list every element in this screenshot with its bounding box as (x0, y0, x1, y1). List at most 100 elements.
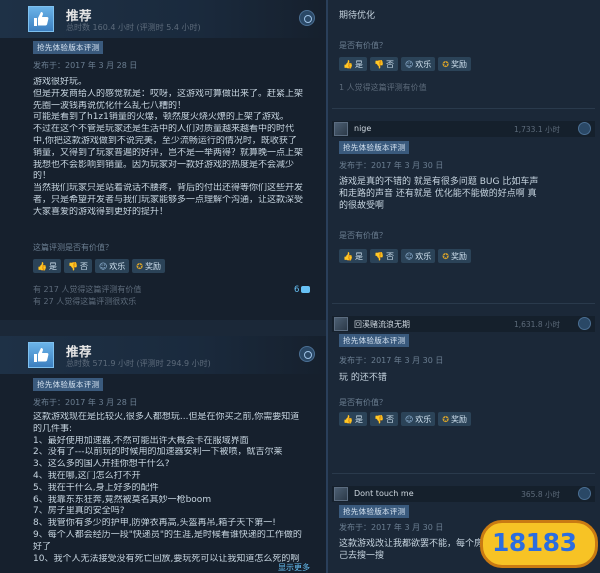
funny-count: 有 27 人觉得这篇评测很欢乐 (33, 297, 137, 306)
smile-icon: ☺ (404, 251, 414, 261)
vote-yes-button[interactable]: 👍 是 (33, 259, 61, 273)
helpful-count: 有 217 人觉得这篇评测有价值 (33, 285, 142, 294)
smile-icon: ☺ (404, 414, 414, 424)
separator (332, 108, 595, 109)
comment-text: 期待优化 (339, 11, 376, 21)
comment-icon (301, 286, 311, 293)
thumbs-up-icon (28, 6, 54, 32)
vote-yes-button[interactable]: 👍 是 (339, 249, 367, 263)
posted-date: 发布于：2017 年 3 月 30 日 (339, 523, 444, 532)
comment-author-row: 回溪赌流浪无期 1,631.8 小时 (332, 316, 595, 332)
text-line: 这款游戏现在是比较火,很多人都想玩...但是在你买之前,你需要知道 (33, 412, 300, 422)
vote-funny-button[interactable]: ☺ 欢乐 (400, 57, 436, 71)
thumbs-up-icon: 👍 (37, 261, 47, 271)
comment-author-row: Dont touch me 365.8 小时 (332, 486, 595, 502)
text-line: 不过在这个不管是玩家还是生活中的人们对质量越来越看中的时代 (33, 124, 295, 135)
award-icon: ✪ (442, 59, 449, 69)
text-line: 1、最好使用加速器,不然可能出许大概会卡在服域界面 (33, 435, 249, 446)
author-name[interactable]: Dont touch me (354, 489, 414, 498)
thumbs-up-icon: 👍 (343, 251, 353, 261)
award-button[interactable]: ✪ 奖励 (132, 259, 165, 273)
vote-funny-button[interactable]: ☺ 欢乐 (400, 412, 436, 426)
steam-icon (299, 10, 315, 26)
text-line: 9、每个人都会经历一段"快递员"的生涯,是时候看谁快递的工作做的 (33, 529, 302, 540)
comment-text: 玩 的还不错 (339, 372, 597, 384)
avatar[interactable] (334, 317, 348, 331)
vote-yes-button[interactable]: 👍 是 (339, 57, 367, 71)
vote-yes-button[interactable]: 👍 是 (339, 412, 367, 426)
text-line: 好了 (33, 541, 52, 552)
separator (332, 303, 595, 304)
comment-text: 游戏是真的不错的 就是有很多问题 BUG 比如车声 和走路的声音 还有就是 优化能… (339, 176, 597, 212)
vote-no-button[interactable]: 👎 否 (369, 57, 398, 71)
text-line: 可能是看到了h1z1销量的火爆，顿然度火烧火燎的上架了游戏。 (33, 112, 289, 123)
award-button[interactable]: ✪ 奖励 (438, 57, 471, 71)
text-line: 和走路的声音 还有就是 优化能不能做的好点啊 真 (339, 189, 537, 199)
playtime-hours: 总时数 571.9 小时 (评测时 294.9 小时) (66, 359, 211, 368)
author-hours: 1,733.1 小时 (513, 125, 560, 134)
text-line: 者，只是希望开发者与我们玩家能够多一点理解个沟通，让这款深受 (33, 194, 304, 205)
avatar[interactable] (334, 487, 348, 501)
helpful-question: 这篇评测是否有价值？ (33, 243, 113, 252)
author-name[interactable]: 回溪赌流浪无期 (354, 319, 410, 330)
early-access-badge: 抢先体验版本评测 (339, 505, 410, 518)
text-line: 销量，又得到了玩家普遍的好评，岂不是一举两得？就算晚一点上架 (33, 147, 304, 158)
text-line: 8、我管你有多少的护甲,防弹衣再高,头盔再吊,箱子天下第一! (33, 518, 276, 529)
posted-date: 发布于：2017 年 3 月 28 日 (33, 398, 138, 407)
review-header: 推荐 总时数 571.9 小时 (评测时 294.9 小时) (0, 336, 327, 374)
smile-icon: ☺ (404, 59, 414, 69)
comment-author-row: nige 1,733.1 小时 (332, 121, 595, 137)
logo-text: 18183 (492, 528, 577, 557)
steam-icon (578, 122, 591, 135)
separator (332, 473, 595, 474)
thumbs-down-icon: 👎 (373, 251, 384, 261)
text-line: 3、这么多的国人开挂你想干什么? (33, 459, 170, 470)
thumbs-up-icon (28, 342, 54, 368)
posted-date: 发布于：2017 年 3 月 28 日 (33, 61, 138, 70)
author-name[interactable]: nige (354, 124, 371, 133)
review-card-1: 推荐 总时数 160.4 小时 (评测时 5.4 小时) 抢先体验版本评测 发布… (0, 0, 327, 320)
review-card-2: 推荐 总时数 571.9 小时 (评测时 294.9 小时) 抢先体验版本评测 … (0, 336, 327, 573)
text-line: 2、没有了---以前玩的时候用的加速器安利一下被喷，鱿吉尔莱 (33, 447, 283, 458)
vote-funny-button[interactable]: ☺ 欢乐 (400, 249, 436, 263)
steam-icon (299, 346, 315, 362)
author-hours: 1,631.8 小时 (513, 320, 560, 329)
award-button[interactable]: ✪ 奖励 (438, 412, 471, 426)
thumbs-down-icon: 👎 (373, 59, 384, 69)
early-access-badge: 抢先体验版本评测 (339, 334, 410, 347)
posted-date: 发布于：2017 年 3 月 30 日 (339, 161, 444, 170)
text-line: 但是开发商给人的感觉就是：哎呀，这游戏可算做出来了。赶紧上架 (33, 88, 304, 99)
text-line: 7、房子里真的安全吗? (33, 506, 125, 517)
vote-no-button[interactable]: 👎 否 (369, 249, 398, 263)
vote-funny-button[interactable]: ☺ 欢乐 (94, 259, 130, 273)
review-body: 这款游戏现在是比较火,很多人都想玩...但是在你买之前,你需要知道 的几件事: 1、… (33, 412, 323, 565)
award-icon: ✪ (442, 414, 449, 424)
vote-buttons: 👍 是 👎 否 ☺ 欢乐 ✪ 奖励 (33, 259, 165, 273)
award-icon: ✪ (136, 261, 143, 271)
text-line: 大家喜爱的游戏得到更好的提升！ (33, 206, 169, 217)
text-line: 中,你把这款游戏做到不说完美，至少流畅运行的情况时，既收获了 (33, 135, 297, 146)
author-hours: 365.8 小时 (521, 490, 560, 499)
avatar[interactable] (334, 122, 348, 136)
review-body: 游戏很好玩。 但是开发商给人的感觉就是：哎呀，这游戏可算做出来了。赶紧上架 先圈一波… (33, 77, 323, 219)
playtime-hours: 总时数 160.4 小时 (评测时 5.4 小时) (66, 23, 201, 32)
steam-icon (578, 487, 591, 500)
text-line: 的！ (33, 171, 52, 182)
vote-no-button[interactable]: 👎 否 (369, 412, 398, 426)
helpful-count: 1 人觉得这篇评测有价值 (339, 83, 427, 92)
vote-no-button[interactable]: 👎 否 (63, 259, 92, 273)
vote-buttons: 👍 是 👎 否 ☺ 欢乐 ✪ 奖励 (339, 412, 471, 426)
comment-text: 这款游戏改让我都欲罢不能，每个房间 己去搜一搜 (339, 538, 489, 562)
thumbs-down-icon: 👎 (373, 414, 384, 424)
award-button[interactable]: ✪ 奖励 (438, 249, 471, 263)
thumbs-down-icon: 👎 (67, 261, 78, 271)
show-more-link[interactable]: 显示更多 (278, 562, 310, 573)
vote-buttons: 👍 是 👎 否 ☺ 欢乐 ✪ 奖励 (339, 249, 471, 263)
helpful-question: 是否有价值？ (339, 41, 387, 50)
early-access-badge: 抢先体验版本评测 (33, 378, 104, 391)
text-line: 这款游戏改让我都欲罢不能，每个房间 (339, 539, 489, 549)
comment-count[interactable]: 6 (294, 285, 311, 295)
thumbs-up-icon: 👍 (343, 414, 353, 424)
thumbs-up-icon: 👍 (343, 59, 353, 69)
text-line: 玩 的还不错 (339, 373, 387, 383)
